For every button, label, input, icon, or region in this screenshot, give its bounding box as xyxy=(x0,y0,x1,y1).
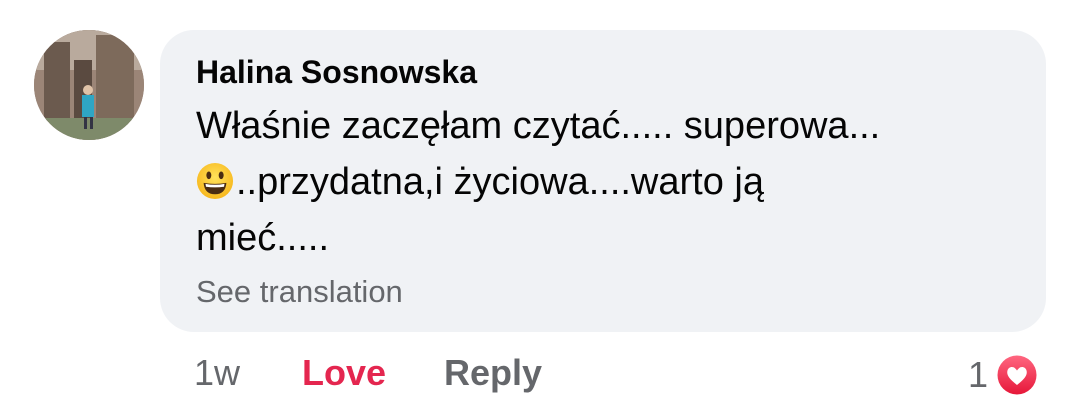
comment-text-line-2: ..przydatna,i życiowa....warto ją xyxy=(196,154,1016,210)
heart-reaction-icon xyxy=(995,353,1040,397)
comment-actions: 1w Love Reply 1 xyxy=(0,352,1065,398)
reaction-count: 1 xyxy=(968,354,989,395)
avatar[interactable] xyxy=(34,30,144,140)
comment-text-line-3: mieć..... xyxy=(196,217,330,259)
grinning-face-emoji-icon xyxy=(196,162,234,200)
comment-bubble: Halina Sosnowska Właśnie zaczęłam czytać… xyxy=(160,30,1046,332)
comment-timestamp[interactable]: 1w xyxy=(194,352,240,394)
comment-page: Halina Sosnowska Właśnie zaczęłam czytać… xyxy=(0,0,1065,412)
avatar-photo xyxy=(34,30,144,140)
comment-text-line-1: Właśnie zaczęłam czytać..... superowa... xyxy=(196,105,881,147)
comment-text: Właśnie zaczęłam czytać..... superowa...… xyxy=(196,98,1016,266)
comment-author[interactable]: Halina Sosnowska xyxy=(196,54,477,91)
see-translation-link[interactable]: See translation xyxy=(196,274,403,310)
love-button[interactable]: Love xyxy=(302,352,386,394)
reactions-summary[interactable]: 1 xyxy=(968,352,1040,398)
comment-text-line-2-text: ..przydatna,i życiowa....warto ją xyxy=(236,161,764,203)
reply-button[interactable]: Reply xyxy=(444,352,542,394)
